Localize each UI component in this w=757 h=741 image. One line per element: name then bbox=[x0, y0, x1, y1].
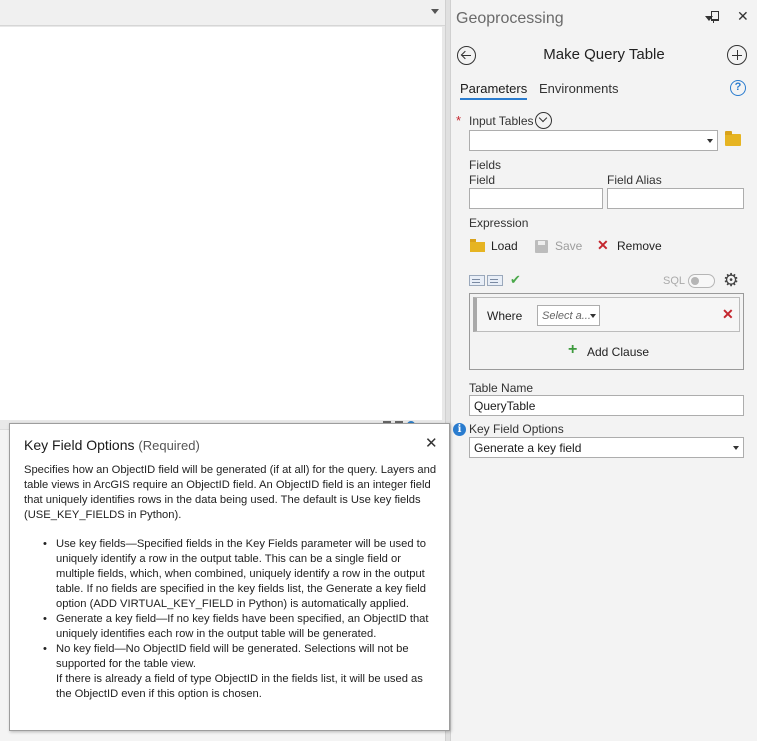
input-tables-field[interactable] bbox=[469, 130, 718, 151]
popup-required-text: (Required) bbox=[138, 438, 200, 453]
tool-title: Make Query Table bbox=[543, 46, 665, 63]
key-field-options-select[interactable]: Generate a key field bbox=[469, 437, 744, 458]
expression-builder: Where Select a... ✕ + Add Clause bbox=[469, 293, 744, 370]
popup-intro: Specifies how an ObjectID field will be … bbox=[24, 464, 437, 521]
popup-option-list: Use key fields—Specified fields in the K… bbox=[24, 537, 439, 672]
required-indicator: * bbox=[456, 113, 462, 128]
list-item: Use key fields—Specified fields in the K… bbox=[43, 537, 439, 612]
sql-toggle[interactable] bbox=[688, 274, 715, 288]
load-button[interactable]: Load bbox=[491, 239, 518, 253]
tab-environments[interactable]: Environments bbox=[539, 81, 618, 96]
verify-check-icon[interactable]: ✔ bbox=[510, 272, 521, 288]
map-canvas[interactable] bbox=[0, 27, 442, 420]
plus-icon: + bbox=[568, 341, 578, 358]
field-input[interactable] bbox=[469, 188, 603, 209]
field-select-dropdown[interactable]: Select a... bbox=[537, 305, 600, 326]
expression-label: Expression bbox=[469, 216, 529, 230]
input-tables-label: Input Tables bbox=[469, 114, 534, 128]
select-dropdown-icon[interactable] bbox=[590, 314, 596, 318]
browse-folder-icon[interactable] bbox=[725, 131, 741, 146]
save-button[interactable]: Save bbox=[555, 239, 582, 253]
sql-mode-icon[interactable] bbox=[487, 275, 503, 286]
remove-icon: ✕ bbox=[597, 237, 609, 253]
remove-clause-icon[interactable]: ✕ bbox=[722, 306, 734, 323]
list-item: Generate a key field—If no key fields ha… bbox=[43, 612, 439, 642]
list-item: No key field—No ObjectID field will be g… bbox=[43, 642, 439, 672]
field-alias-column-label: Field Alias bbox=[607, 173, 662, 187]
pin-icon[interactable] bbox=[708, 11, 720, 23]
popup-body: Specifies how an ObjectID field will be … bbox=[24, 463, 439, 702]
input-tables-dropdown-icon[interactable] bbox=[707, 139, 713, 143]
view-dropdown-icon[interactable] bbox=[431, 9, 439, 14]
add-clause-button[interactable]: Add Clause bbox=[587, 345, 649, 359]
table-name-input[interactable]: QueryTable bbox=[469, 395, 744, 416]
gear-icon[interactable]: ⚙ bbox=[723, 271, 739, 289]
remove-button[interactable]: Remove bbox=[617, 239, 662, 253]
popup-title: Key Field Options (Required) bbox=[24, 437, 200, 453]
parameter-help-popup: Key Field Options (Required) ✕ Specifies… bbox=[9, 423, 450, 731]
field-alias-input[interactable] bbox=[607, 188, 744, 209]
info-icon[interactable]: i bbox=[453, 423, 466, 436]
view-tab-bar bbox=[0, 0, 445, 26]
load-folder-icon bbox=[470, 239, 485, 252]
popup-extra-note: If there is already a field of type Obje… bbox=[56, 673, 423, 700]
key-field-dropdown-icon[interactable] bbox=[733, 446, 739, 450]
add-to-favorites-icon[interactable] bbox=[727, 45, 747, 65]
pane-title: Geoprocessing bbox=[456, 10, 564, 27]
geoprocessing-pane: Geoprocessing ✕ Make Query Table Paramet… bbox=[451, 0, 757, 741]
where-clause-row: Where Select a... ✕ bbox=[473, 297, 740, 332]
tab-parameters[interactable]: Parameters bbox=[460, 81, 528, 100]
sql-label: SQL bbox=[663, 275, 686, 287]
chevron-down-icon[interactable] bbox=[535, 112, 552, 129]
field-column-label: Field bbox=[469, 173, 496, 187]
popup-title-text: Key Field Options bbox=[24, 437, 135, 453]
table-name-label: Table Name bbox=[469, 381, 534, 395]
save-icon bbox=[535, 240, 548, 253]
close-icon[interactable]: ✕ bbox=[425, 434, 438, 452]
key-field-options-label: Key Field Options bbox=[469, 422, 564, 436]
fields-label: Fields bbox=[469, 158, 502, 172]
close-pane-icon[interactable]: ✕ bbox=[737, 8, 749, 25]
help-icon[interactable]: ? bbox=[730, 80, 746, 96]
where-label: Where bbox=[487, 309, 523, 323]
clause-mode-icon[interactable] bbox=[469, 275, 485, 286]
